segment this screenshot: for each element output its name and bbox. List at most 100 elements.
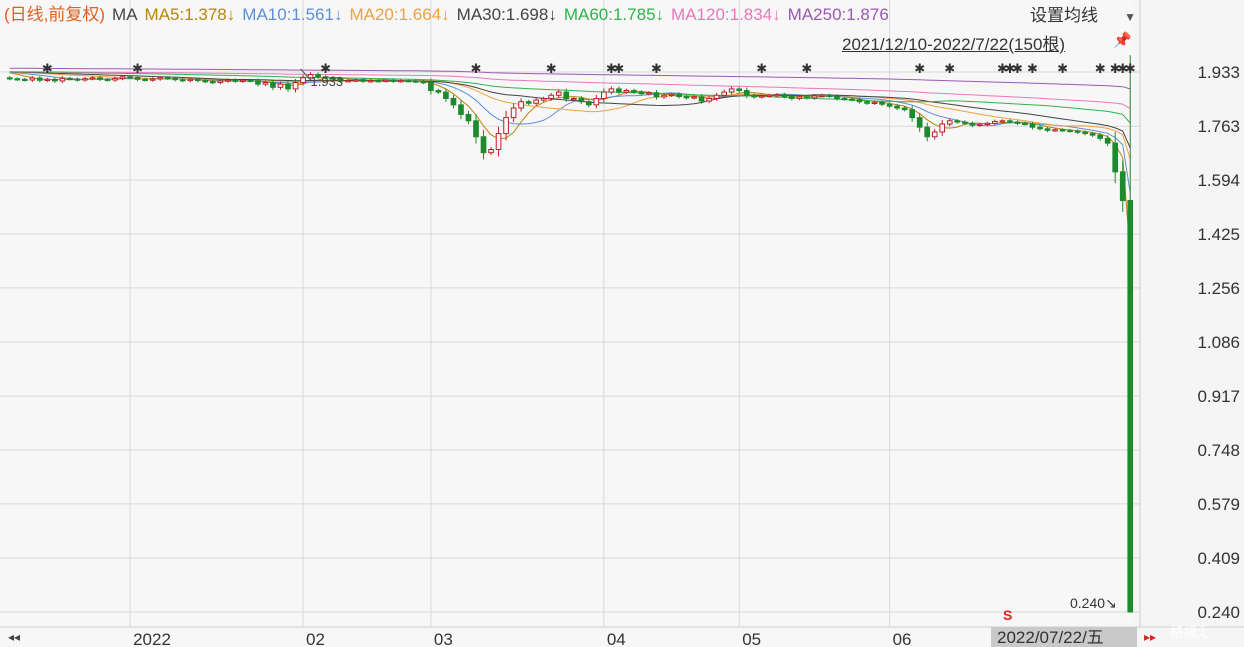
- event-marker: ✱: [914, 62, 925, 77]
- y-tick-label: 1.763: [1197, 117, 1240, 136]
- candle-body: [67, 77, 73, 81]
- event-marker: ✱: [471, 62, 482, 77]
- candle-body: [871, 101, 878, 105]
- kline-chart[interactable]: ✱ ✱ ✱ ✱ ✱ ✱✱ ✱ ✱ ✱ ✱ ✱ ✱✱✱ ✱ ✱ ✱ ✱✱✱ 1.9331.7631.5941.4…: [0, 0, 1244, 647]
- candle-body: [555, 91, 562, 96]
- candle-body: [172, 77, 179, 81]
- event-marker: ✱: [651, 62, 662, 77]
- legend-ma5: MA5:1.378↓: [144, 5, 236, 24]
- y-tick-label: 1.256: [1197, 279, 1240, 298]
- candle-body: [187, 78, 194, 82]
- candle-body: [766, 94, 773, 97]
- candle-body: [21, 78, 28, 82]
- candle-body: [796, 96, 803, 99]
- candle-body: [300, 77, 306, 84]
- candle-body: [149, 78, 156, 81]
- candle-body: [450, 97, 457, 106]
- candle-body: [961, 121, 968, 124]
- candle-body: [59, 77, 66, 82]
- candle-body: [856, 99, 863, 103]
- grid-lines: [0, 0, 1244, 647]
- candle-body: [1029, 123, 1036, 128]
- candle-body: [691, 96, 697, 99]
- x-tick-label: 02: [306, 630, 325, 647]
- candle-body: [706, 97, 712, 102]
- chart-mode-label[interactable]: (日线,前复权): [4, 5, 105, 24]
- candle-body: [804, 96, 810, 99]
- candle-body: [240, 79, 246, 82]
- x-tick-label: 03: [434, 630, 453, 647]
- candle-body: [977, 123, 983, 127]
- candle-body: [164, 77, 171, 80]
- pin-icon[interactable]: 📌: [1113, 32, 1132, 50]
- candle-body: [89, 77, 96, 80]
- date-range-label[interactable]: 2021/12/10-2022/7/22(150根): [842, 34, 1065, 56]
- candle-body: [443, 91, 449, 99]
- candle-body: [292, 82, 299, 90]
- candle-body: [435, 89, 442, 93]
- candle-body: [683, 96, 690, 99]
- candle-body: [255, 80, 261, 85]
- candle-body: [623, 89, 630, 93]
- candle-body: [1067, 129, 1073, 133]
- candle-body: [773, 94, 780, 97]
- candle-body: [405, 80, 412, 83]
- candle-body: [736, 88, 743, 91]
- set-ma-label: 设置均线: [1030, 6, 1098, 25]
- candle-body: [631, 89, 637, 93]
- ma-label: MA: [112, 5, 138, 24]
- candle-body: [134, 76, 141, 80]
- candle-body: [909, 109, 915, 119]
- candle-body: [894, 105, 900, 109]
- candle-body: [969, 122, 976, 126]
- candle-body: [758, 95, 765, 98]
- x-tick-label: 06: [893, 630, 912, 647]
- s-marker: S: [1003, 607, 1013, 623]
- candle-body: [811, 95, 818, 99]
- watermark-logo: 格隆汇: [1170, 624, 1212, 640]
- set-ma-button[interactable]: 设置均线 ▼: [1030, 5, 1136, 27]
- scroll-right-button[interactable]: ▸▸: [1144, 630, 1156, 644]
- candle-body: [420, 81, 427, 84]
- candle-body: [1044, 128, 1051, 131]
- candle-body: [540, 97, 547, 101]
- candle-body: [44, 78, 51, 82]
- candle-body: [52, 78, 58, 82]
- annotation-label: 1.933: [311, 74, 344, 89]
- candle-body: [841, 97, 848, 101]
- candle-body: [375, 80, 382, 83]
- candle-body: [209, 81, 216, 84]
- candle-body: [157, 77, 163, 80]
- candle-body: [247, 79, 254, 82]
- candle-body: [37, 77, 43, 81]
- candle-body: [616, 88, 622, 93]
- candle-body: [1082, 131, 1088, 135]
- candle-body: [834, 95, 840, 99]
- event-marker: ✱: [132, 62, 143, 77]
- candle-body: [495, 133, 502, 151]
- candle-body: [179, 79, 186, 82]
- candle-body: [390, 79, 397, 82]
- x-tick-label: 2022: [133, 630, 171, 647]
- candle-body: [428, 82, 434, 91]
- candle-body: [999, 120, 1006, 123]
- y-tick-label: 0.409: [1197, 549, 1240, 568]
- legend-ma60: MA60:1.785↓: [563, 5, 665, 24]
- candle-body: [473, 120, 479, 138]
- candle-body: [262, 82, 269, 85]
- candle-body: [570, 97, 577, 101]
- candle-body: [728, 88, 735, 93]
- event-marker: ✱: [1012, 62, 1023, 77]
- candle-body: [661, 94, 667, 98]
- candle-body: [992, 120, 998, 124]
- candle-body: [533, 99, 539, 104]
- candle-body: [112, 77, 118, 81]
- candle-body: [879, 101, 885, 105]
- candle-body: [518, 101, 524, 109]
- candle-body: [1037, 126, 1043, 130]
- candle-body: [931, 131, 938, 138]
- candle-body: [74, 78, 81, 81]
- candle-body: [1119, 171, 1126, 202]
- scroll-left-button[interactable]: ◂◂: [8, 630, 20, 644]
- candle-body: [1104, 137, 1111, 144]
